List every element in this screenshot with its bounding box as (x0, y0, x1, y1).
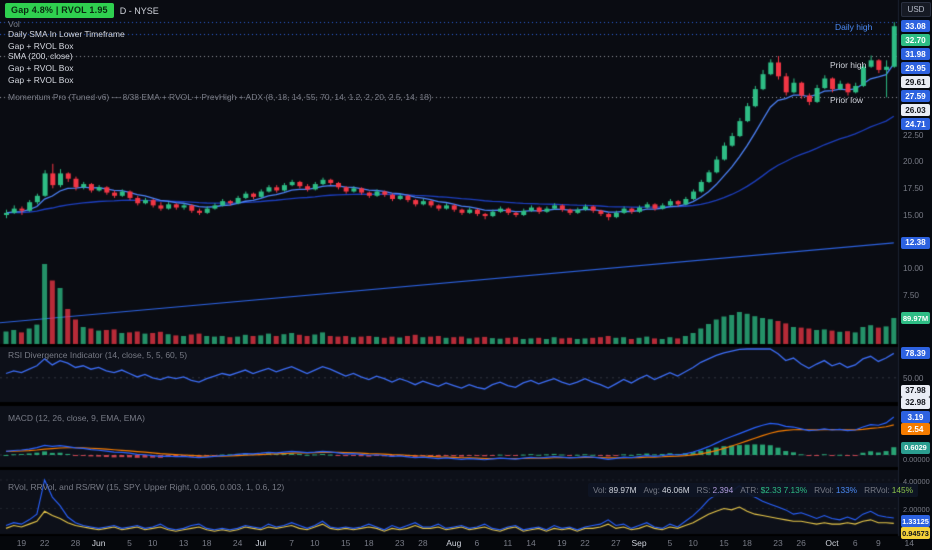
indicator-stats-row: Vol: 89.97M Avg: 46.06M RS: 2.394 ATR: $2.33 7.… (587, 483, 918, 497)
time-tick-day: 13 (178, 538, 189, 548)
macd-axis-label: 0.6029 (901, 441, 930, 454)
macd-axis-label: 2.54 (901, 423, 930, 436)
prior-high-annotation: Prior high (830, 60, 867, 70)
gap-rvol-badge[interactable]: Gap 4.8% | RVOL 1.95 (5, 3, 114, 18)
sma200-value-badge: 12.38 (901, 236, 930, 249)
price-level-badge: 33.08 (901, 20, 930, 32)
stat-label: RS: (696, 485, 711, 495)
stat-item: Avg: 46.06M (644, 485, 690, 495)
rsi-panel-label[interactable]: RSI Divergence Indicator (14, close, 5, … (8, 350, 187, 360)
macd-axis-label: 0.00000 (903, 455, 930, 465)
time-tick-day: 5 (127, 538, 132, 548)
stat-item: RVol: 133% (814, 485, 857, 495)
time-tick-day: 27 (611, 538, 621, 548)
prior-low-annotation: Prior low (830, 95, 864, 105)
time-tick-day: 11 (503, 538, 513, 548)
time-tick-day: 23 (394, 538, 405, 548)
trading-chart-window: Gap 4.8% | RVOL 1.95 D - NYSE Vol Daily S… (0, 0, 932, 550)
price-gridline-label: 22.50 (903, 130, 924, 140)
currency-toggle-button[interactable]: USD (901, 2, 931, 17)
time-tick-day: 10 (147, 538, 158, 548)
time-tick-day: 19 (16, 538, 27, 548)
legend-row[interactable]: Gap + RVOL Box (8, 75, 73, 85)
time-tick-day: 18 (742, 538, 752, 548)
price-level-badge: 29.61 (901, 76, 930, 88)
price-level-badge: 24.71 (901, 118, 930, 130)
price-level-badge: 32.70 (901, 34, 930, 46)
stat-label: Vol: (592, 485, 607, 495)
time-tick-month: Oct (825, 538, 839, 548)
time-tick-day: 10 (310, 538, 320, 548)
time-tick-day: 24 (232, 538, 243, 548)
lower-axis-label: 4.00000 (903, 476, 930, 486)
time-tick-month: Sep (631, 538, 647, 548)
stat-label: ATR: (740, 485, 759, 495)
time-tick-day: 10 (688, 538, 698, 548)
stat-label: RRVol: (864, 485, 890, 495)
time-tick-day: 5 (667, 538, 673, 548)
price-gridline-label: 7.50 (903, 290, 919, 300)
time-tick-day: 26 (796, 538, 806, 548)
daily-high-annotation: Daily high (835, 22, 873, 32)
time-tick-day: 9 (875, 538, 881, 548)
stat-value: $2.33 7.13% (760, 485, 808, 495)
rsi-axis-label: 78.39 (901, 347, 930, 360)
time-tick-day: 6 (474, 538, 480, 548)
legend-row[interactable]: Daily SMA In Lower Timeframe (8, 29, 125, 39)
legend-row[interactable]: Momentum Pro (Tuned v6) — 8/38 EMA + RVO… (8, 92, 432, 102)
stat-item: ATR: $2.33 7.13% (740, 485, 807, 495)
time-tick-day: 6 (852, 538, 858, 548)
stat-value: 2.394 (712, 485, 734, 495)
legend-row[interactable]: SMA (200, close) (8, 51, 73, 61)
stat-label: RVol: (814, 485, 834, 495)
price-level-badge: 26.03 (901, 104, 930, 116)
price-gridline-label: 17.50 (903, 183, 924, 193)
rsi-axis-label: 37.98 (901, 384, 930, 397)
time-tick-day: 28 (418, 538, 428, 548)
price-gridline-label: 10.00 (903, 263, 924, 273)
stat-item: RS: 2.394 (697, 485, 734, 495)
rsi-axis-label: 50.00 (903, 374, 924, 384)
volume-value-badge: 89.97M (901, 312, 930, 324)
lower-panel-label[interactable]: RVol, RRVol, and RS/RW (15, SPY, Upper R… (8, 482, 284, 492)
time-tick-month: Aug (446, 538, 462, 548)
legend-row[interactable]: Gap + RVOL Box (8, 41, 73, 51)
price-gridline-label: 15.00 (903, 210, 924, 220)
lower-axis-label: 1.33125 (901, 515, 930, 528)
time-tick-day: 14 (904, 538, 914, 548)
time-tick-day: 19 (557, 538, 567, 548)
time-tick-month: Jun (91, 538, 106, 548)
stat-label: Avg: (643, 485, 660, 495)
time-tick-day: 7 (289, 538, 294, 548)
price-gridline-label: 20.00 (903, 157, 924, 167)
lower-axis-label: 2.00000 (903, 504, 930, 514)
price-level-badge: 29.95 (901, 62, 930, 74)
time-tick-day: 22 (580, 538, 590, 548)
time-tick-day: 15 (719, 538, 729, 548)
stat-value: 46.06M (661, 485, 690, 495)
macd-panel-label[interactable]: MACD (12, 26, close, 9, EMA, EMA) (8, 413, 145, 423)
price-level-badge: 31.98 (901, 48, 930, 60)
chart-header: Gap 4.8% | RVOL 1.95 D - NYSE (5, 3, 159, 18)
stat-value: 133% (835, 485, 858, 495)
time-tick-day: 18 (201, 538, 212, 548)
price-level-badge: 27.59 (901, 90, 930, 102)
time-tick-day: 14 (526, 538, 536, 548)
symbol-title[interactable]: D - NYSE (120, 6, 159, 16)
time-tick-day: 18 (364, 538, 374, 548)
chart-canvas[interactable] (0, 0, 932, 550)
time-tick-month: Jul (255, 538, 267, 548)
stat-item: Vol: 89.97M (593, 485, 637, 495)
rsi-axis-label: 32.98 (901, 396, 930, 409)
legend-row[interactable]: Gap + RVOL Box (8, 63, 73, 73)
time-tick-day: 15 (340, 538, 351, 548)
legend-row[interactable]: Vol (8, 19, 20, 29)
time-tick-day: 28 (70, 538, 81, 548)
macd-axis-label: 3.19 (901, 411, 930, 424)
stat-value: 89.97M (608, 485, 637, 495)
time-tick-day: 22 (39, 538, 50, 548)
time-tick-day: 23 (773, 538, 783, 548)
